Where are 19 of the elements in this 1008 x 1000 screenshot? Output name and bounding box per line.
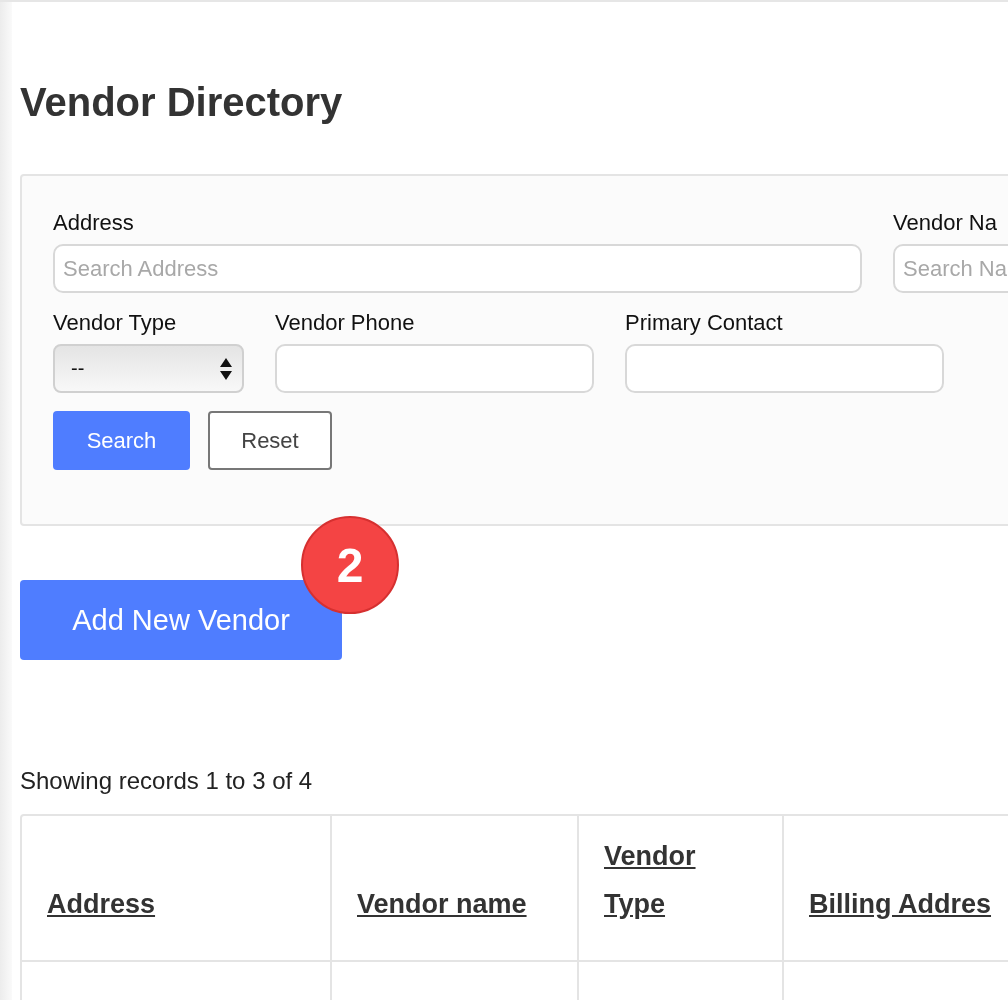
field-label: Vendor Type [53, 309, 178, 337]
vendor-type-select[interactable]: -- [53, 344, 244, 393]
field-label: Vendor Phone [275, 309, 416, 337]
search-field[interactable]: Search Address [53, 244, 862, 293]
column-header-link[interactable]: Billing Addres [809, 880, 991, 928]
page-title: Vendor Directory [20, 79, 344, 126]
column-header-link[interactable]: Address [47, 880, 156, 928]
field-label: Address [53, 209, 135, 237]
up-down-arrows-icon [220, 356, 232, 381]
records-summary: Showing records 1 to 3 of 4 [20, 766, 314, 796]
input-field[interactable] [625, 344, 944, 393]
input-field[interactable] [275, 344, 594, 393]
search-field[interactable]: Search Na [893, 244, 1008, 293]
column-header-link[interactable]: Vendor Type [604, 832, 724, 928]
reset-button[interactable]: Reset [208, 411, 332, 470]
column-header-link[interactable]: Vendor name [357, 880, 527, 928]
field-label: Primary Contact [625, 309, 784, 337]
search-button[interactable]: Search [53, 411, 190, 470]
field-label: Vendor Na [893, 209, 998, 237]
